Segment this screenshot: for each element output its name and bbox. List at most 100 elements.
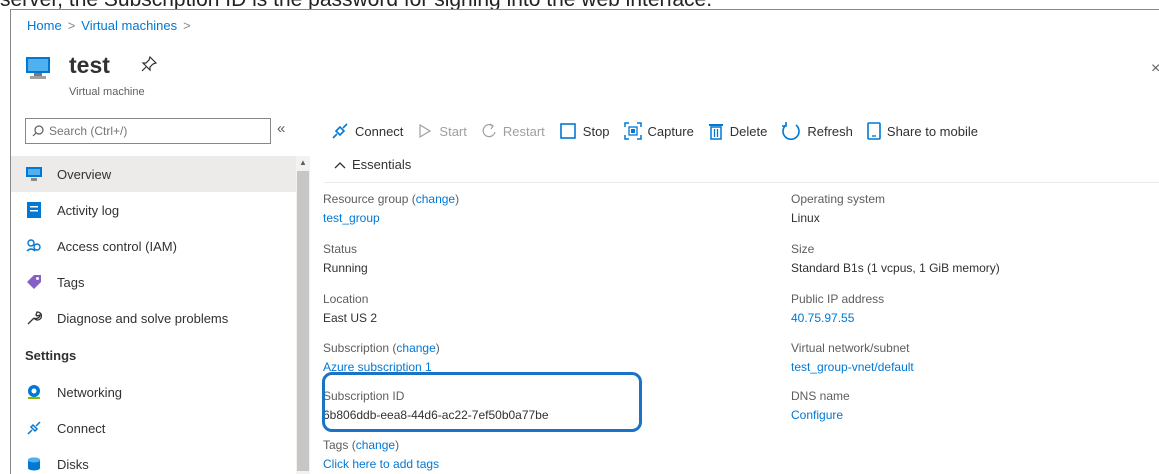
field-label: Virtual network/subnet bbox=[791, 341, 910, 355]
field-label: Tags bbox=[323, 438, 349, 452]
change-link[interactable]: change bbox=[416, 192, 455, 206]
restart-button[interactable]: Restart bbox=[481, 123, 545, 139]
monitor-icon bbox=[25, 165, 43, 183]
play-icon bbox=[419, 123, 432, 139]
sidebar-item-label: Networking bbox=[57, 384, 123, 400]
tag-icon bbox=[25, 273, 43, 291]
sidebar-item-overview[interactable]: Overview bbox=[11, 156, 296, 192]
field-virtual-network: Virtual network/subnet test_group-vnet/d… bbox=[791, 339, 914, 377]
sidebar-item-access-control[interactable]: Access control (IAM) bbox=[11, 228, 296, 264]
divider bbox=[324, 182, 1159, 183]
refresh-label: Refresh bbox=[807, 123, 853, 139]
sidebar-section-settings: Settings bbox=[25, 347, 77, 363]
field-tags: Tags (change) Click here to add tags bbox=[323, 438, 440, 471]
connect-icon bbox=[25, 419, 43, 437]
field-label: Operating system bbox=[791, 192, 886, 206]
breadcrumb-virtual-machines[interactable]: Virtual machines bbox=[81, 18, 177, 33]
trash-icon bbox=[708, 124, 723, 140]
subscription-id-highlight bbox=[322, 372, 642, 432]
field-label: Subscription bbox=[323, 341, 390, 355]
collapse-sidebar-button[interactable]: « bbox=[277, 120, 285, 137]
sidebar-item-networking[interactable]: Networking bbox=[11, 374, 296, 410]
page-title: test bbox=[69, 52, 110, 78]
sidebar-item-label: Connect bbox=[57, 420, 106, 436]
field-location: Location East US 2 bbox=[323, 290, 377, 328]
breadcrumb: Home > Virtual machines > bbox=[27, 18, 191, 33]
connect-icon bbox=[332, 123, 348, 139]
command-bar: Connect Start Restart Stop Capture Delet… bbox=[331, 121, 978, 141]
field-label: Public IP address bbox=[791, 292, 885, 306]
add-tags-link[interactable]: Click here to add tags bbox=[323, 457, 439, 471]
activity-log-icon bbox=[25, 201, 43, 219]
field-label: Resource group bbox=[323, 192, 409, 206]
field-value: Running bbox=[323, 261, 368, 275]
stop-icon bbox=[559, 123, 576, 139]
configure-dns-link[interactable]: Configure bbox=[791, 408, 843, 422]
search-icon bbox=[32, 125, 44, 137]
breadcrumb-home[interactable]: Home bbox=[27, 18, 62, 33]
field-value: Linux bbox=[791, 211, 820, 225]
capture-icon bbox=[623, 122, 642, 140]
wrench-icon bbox=[25, 309, 43, 327]
sidebar-item-activity-log[interactable]: Activity log bbox=[11, 192, 296, 228]
resource-group-link[interactable]: test_group bbox=[323, 211, 380, 225]
capture-label: Capture bbox=[647, 123, 694, 139]
field-value: Standard B1s (1 vcpus, 1 GiB memory) bbox=[791, 261, 1000, 275]
share-to-mobile-label: Share to mobile bbox=[886, 123, 978, 139]
scroll-up-icon[interactable]: ▲ bbox=[299, 158, 307, 167]
connect-button[interactable]: Connect bbox=[331, 122, 403, 140]
start-label: Start bbox=[439, 123, 467, 139]
sidebar-nav: Overview Activity log Access control (IA… bbox=[11, 156, 296, 474]
azure-portal-frame: Home > Virtual machines > test Virtual m… bbox=[10, 9, 1159, 474]
sidebar-item-label: Activity log bbox=[57, 202, 120, 218]
sidebar-item-label: Access control (IAM) bbox=[57, 238, 177, 254]
sidebar-item-label: Diagnose and solve problems bbox=[57, 310, 229, 326]
refresh-button[interactable]: Refresh bbox=[781, 121, 853, 141]
restart-icon bbox=[482, 123, 496, 138]
page-subtitle: Virtual machine bbox=[69, 86, 145, 98]
search-input[interactable] bbox=[49, 124, 249, 138]
sidebar-item-disks[interactable]: Disks bbox=[11, 446, 296, 474]
restart-label: Restart bbox=[502, 123, 545, 139]
start-button[interactable]: Start bbox=[417, 123, 467, 139]
refresh-icon bbox=[782, 122, 801, 140]
mobile-icon bbox=[867, 122, 881, 140]
share-to-mobile-button[interactable]: Share to mobile bbox=[867, 122, 978, 140]
breadcrumb-separator: > bbox=[183, 18, 191, 33]
sidebar-item-diagnose[interactable]: Diagnose and solve problems bbox=[11, 300, 296, 336]
field-label: Status bbox=[323, 242, 358, 256]
sidebar-item-label: Overview bbox=[57, 166, 112, 182]
sidebar-item-tags[interactable]: Tags bbox=[11, 264, 296, 300]
scrollbar-thumb[interactable] bbox=[297, 171, 309, 471]
sidebar-item-label: Tags bbox=[57, 274, 85, 290]
disks-icon bbox=[25, 455, 43, 473]
sidebar-scrollbar[interactable]: ▲ bbox=[296, 156, 310, 474]
essentials-toggle[interactable]: Essentials bbox=[334, 157, 411, 172]
field-status: Status Running bbox=[323, 240, 368, 278]
change-link[interactable]: change bbox=[356, 438, 395, 452]
sidebar-item-connect[interactable]: Connect bbox=[11, 410, 296, 446]
field-operating-system: Operating system Linux bbox=[791, 190, 885, 228]
virtual-machine-icon bbox=[25, 55, 51, 81]
chevron-up-icon bbox=[334, 161, 346, 168]
sidebar-search[interactable] bbox=[25, 118, 271, 144]
field-size: Size Standard B1s (1 vcpus, 1 GiB memory… bbox=[791, 240, 1000, 278]
delete-label: Delete bbox=[729, 123, 768, 139]
capture-button[interactable]: Capture bbox=[623, 122, 694, 140]
networking-icon bbox=[25, 383, 43, 401]
stop-button[interactable]: Stop bbox=[559, 122, 610, 140]
field-value: East US 2 bbox=[323, 311, 378, 325]
public-ip-link[interactable]: 40.75.97.55 bbox=[791, 311, 854, 325]
essentials-title: Essentials bbox=[352, 157, 412, 172]
people-icon bbox=[25, 237, 43, 255]
close-icon[interactable]: × bbox=[1151, 60, 1159, 78]
field-label: Location bbox=[323, 292, 369, 306]
breadcrumb-separator: > bbox=[67, 18, 76, 33]
delete-button[interactable]: Delete bbox=[708, 122, 768, 140]
virtual-network-link[interactable]: test_group-vnet/default bbox=[791, 360, 914, 374]
change-link[interactable]: change bbox=[396, 341, 435, 355]
pin-icon[interactable] bbox=[141, 55, 158, 72]
field-label: Size bbox=[791, 242, 815, 256]
sidebar-item-label: Disks bbox=[57, 456, 89, 472]
field-resource-group: Resource group (change) test_group bbox=[323, 192, 460, 225]
